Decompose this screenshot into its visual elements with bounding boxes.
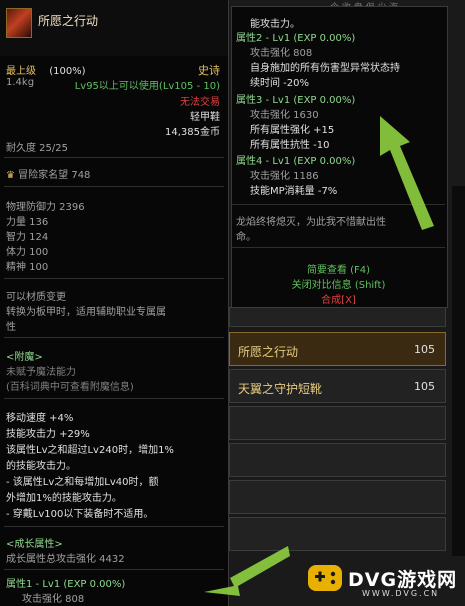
stat-line: 体力 100: [6, 247, 49, 258]
item-usable-level: Lv95以上可以使用(Lv105 - 10): [74, 81, 220, 92]
effect-line: 移动速度 +4%: [6, 413, 74, 424]
compare-line: 技能MP消耗量 -7%: [250, 186, 338, 197]
effect-line: - 该属性Lv之和每增加Lv40时，额: [6, 477, 159, 488]
item-type: 轻甲鞋: [190, 112, 220, 123]
growth-total: 成长属性总攻击强化 4432: [6, 554, 125, 565]
material-desc: 转换为板甲时，适用辅助职业专属属: [6, 307, 166, 318]
watermark-logo: DVG游戏网 WWW.DVG.CN: [300, 553, 465, 606]
grade-percent: (100%): [49, 66, 86, 77]
green-arrow-icon: [204, 546, 290, 596]
reputation-value: 冒险家名望 748: [18, 170, 91, 181]
stat-line: 力量 136: [6, 217, 49, 228]
compare-line: 续时间 -20%: [250, 78, 310, 89]
slot-level: 105: [414, 343, 435, 356]
compare-line: 攻击强化 1630: [250, 110, 319, 121]
divider: [4, 337, 224, 338]
item-tooltip: 所愿之行动 最上级 (100%) 史诗 1.4kg Lv95以上可以使用(Lv1…: [0, 0, 229, 606]
item-price: 14,385金币: [165, 127, 220, 138]
crown-icon: ♛: [6, 170, 15, 181]
slot-name: 天翼之守护短靴: [238, 382, 323, 396]
compare-line: 属性3 - Lv1 (EXP 0.00%): [236, 95, 356, 106]
material-desc: 性: [6, 322, 16, 333]
effect-line: 该属性Lv之和超过Lv240时，增加1%: [6, 445, 174, 456]
close-compare-link[interactable]: 关闭对比信息 (Shift): [232, 276, 445, 291]
compare-line: 攻击强化 1186: [250, 171, 319, 182]
equipment-slot-empty[interactable]: [229, 406, 446, 440]
divider: [232, 247, 445, 248]
enchant-title: <附魔>: [6, 352, 43, 363]
compare-line: 所有属性抗性 -10: [250, 140, 330, 151]
divider: [4, 398, 224, 399]
slot-name: 所愿之行动: [238, 345, 299, 359]
flavor-text: 命。: [236, 232, 256, 243]
scrollbar[interactable]: [452, 186, 465, 556]
effect-line: 外增加1%的技能攻击力。: [6, 493, 122, 504]
synthesize-link[interactable]: 合成[X]: [232, 291, 445, 306]
stat-line: 精神 100: [6, 262, 49, 273]
green-arrow-icon: [380, 116, 434, 230]
item-trade-status: 无法交易: [180, 97, 220, 108]
flavor-text: 龙焰终将熄灭，为此我不惜献出性: [236, 217, 386, 228]
divider: [4, 278, 224, 279]
compare-line: 能攻击力。: [250, 19, 300, 30]
compare-line: 所有属性强化 +15: [250, 125, 335, 136]
effect-line: 技能攻击力 +29%: [6, 429, 90, 440]
enchant-line: (百科词典中可查看附魔信息): [6, 382, 134, 393]
material-change: 可以材质变更: [6, 292, 66, 303]
grade-label: 最上级: [6, 66, 36, 77]
divider: [4, 157, 224, 158]
equipment-slot-empty[interactable]: [229, 480, 446, 514]
reputation: ♛ 冒险家名望 748: [6, 166, 90, 181]
equipment-slot[interactable]: 天翼之守护短靴 105: [229, 369, 446, 403]
enchant-line: 未赋予魔法能力: [6, 367, 76, 378]
item-name: 所愿之行动: [38, 14, 99, 28]
divider: [4, 526, 224, 527]
equipment-slot-selected[interactable]: 所愿之行动 105: [229, 332, 446, 366]
equipment-slot[interactable]: [229, 307, 446, 327]
boots-item-icon: [6, 8, 32, 38]
item-durability: 耐久度 25/25: [6, 143, 68, 154]
growth-title: <成长属性>: [6, 539, 63, 550]
growth-attr: 属性1 - Lv1 (EXP 0.00%): [6, 579, 126, 590]
watermark-sub: WWW.DVG.CN: [362, 589, 440, 598]
watermark-main: DVG游戏网: [348, 569, 458, 591]
compare-line: 属性4 - Lv1 (EXP 0.00%): [236, 156, 356, 167]
brief-view-link[interactable]: 简要查看 (F4): [232, 261, 445, 276]
tooltip-header: 所愿之行动: [0, 0, 228, 56]
slot-level: 105: [414, 380, 435, 393]
compare-line: 自身施加的所有伤害型异常状态持: [250, 63, 400, 74]
equipment-slot-empty[interactable]: [229, 443, 446, 477]
compare-line: 攻击强化 808: [250, 48, 313, 59]
game-window: 所愿之行动 最上级 (100%) 史诗 1.4kg Lv95以上可以使用(Lv1…: [0, 0, 465, 606]
stat-line: 物理防御力 2396: [6, 202, 85, 213]
item-rarity: 史诗: [198, 64, 220, 77]
effect-line: - 穿戴Lv100以下装备时不适用。: [6, 509, 154, 520]
divider: [4, 186, 224, 187]
item-weight: 1.4kg: [6, 77, 35, 88]
stat-line: 智力 124: [6, 232, 49, 243]
growth-attr-sub: 攻击强化 808: [22, 594, 85, 605]
divider: [4, 569, 224, 570]
effect-line: 的技能攻击力。: [6, 461, 76, 472]
item-grade: 最上级 (100%): [6, 62, 86, 77]
compare-line: 属性2 - Lv1 (EXP 0.00%): [236, 33, 356, 44]
